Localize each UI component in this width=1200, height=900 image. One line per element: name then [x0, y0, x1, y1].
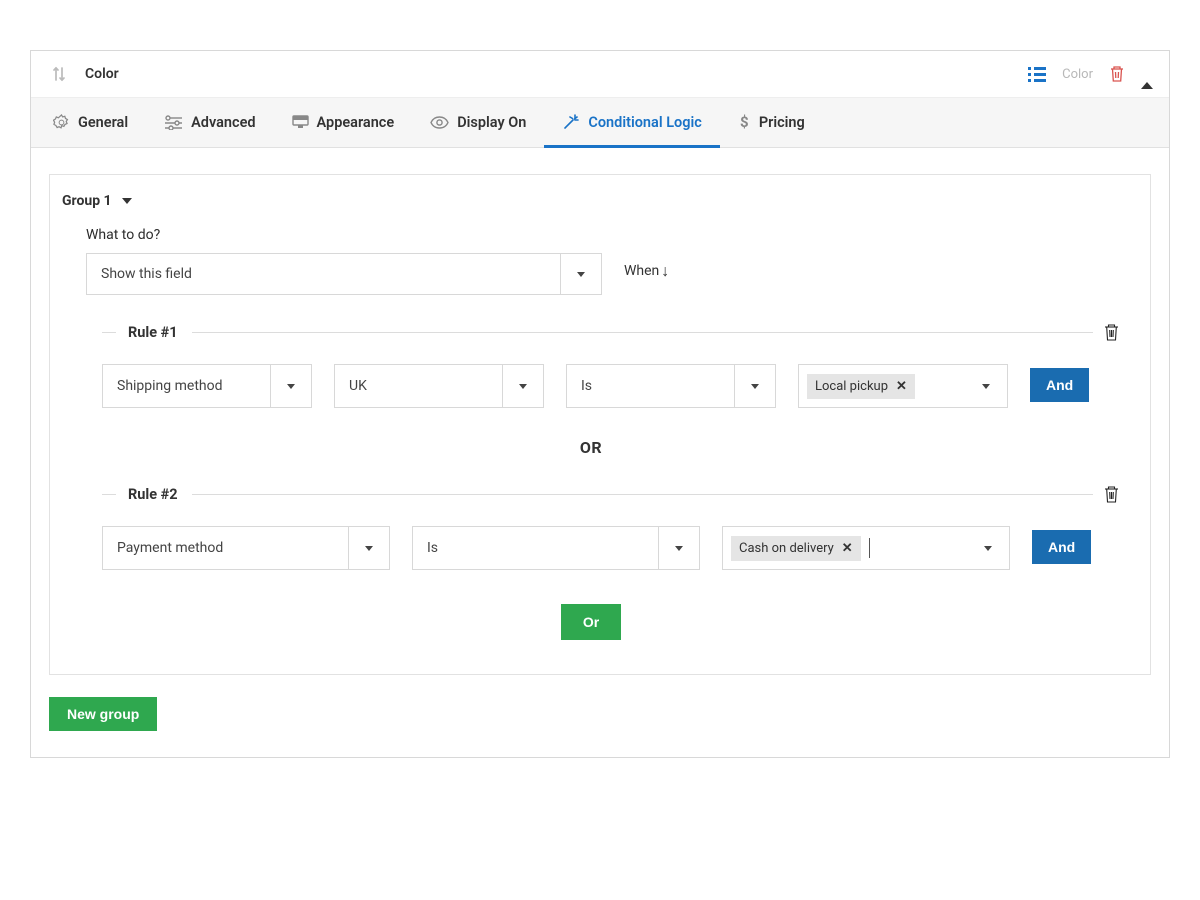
rule2-value-select[interactable]: Cash on delivery ✕	[722, 526, 1010, 570]
tab-display-on[interactable]: Display On	[412, 99, 544, 148]
chevron-down-icon	[502, 364, 544, 408]
chevron-down-icon	[971, 384, 1001, 389]
or-divider: OR	[62, 438, 1120, 457]
delete-field-icon[interactable]	[1109, 65, 1125, 83]
delete-rule-icon[interactable]	[1103, 485, 1120, 504]
dollar-icon: $	[738, 113, 751, 131]
what-to-do-value: Show this field	[86, 253, 560, 295]
field-config-panel: Color Color General	[30, 50, 1170, 758]
tab-conditional-logic[interactable]: Conditional Logic	[544, 99, 719, 148]
panel-title: Color	[85, 66, 119, 82]
tab-label: Pricing	[759, 114, 805, 131]
rule-title: Rule #1	[128, 324, 178, 341]
rule1-param-select[interactable]: UK	[334, 364, 544, 406]
remove-tag-icon[interactable]: ✕	[842, 541, 853, 556]
rule-header: Rule #2	[102, 485, 1120, 504]
group-header[interactable]: Group 1	[62, 193, 1120, 209]
eye-icon	[430, 116, 449, 129]
header-right-label: Color	[1062, 67, 1093, 82]
sliders-icon	[164, 115, 183, 130]
chevron-down-icon	[734, 364, 776, 408]
delete-rule-icon[interactable]	[1103, 323, 1120, 342]
rule1-value-select[interactable]: Local pickup ✕	[798, 364, 1008, 408]
magic-wand-icon	[562, 113, 580, 131]
gear-icon	[53, 114, 70, 131]
what-to-do-label: What to do?	[86, 227, 1120, 243]
list-icon[interactable]	[1028, 67, 1046, 82]
chevron-down-icon	[270, 364, 312, 408]
and-button[interactable]: And	[1030, 368, 1089, 402]
rule-block-2: Rule #2 Payment method Is	[62, 485, 1120, 570]
text-cursor	[869, 538, 870, 558]
chevron-down-icon	[560, 253, 602, 295]
svg-text:$: $	[740, 113, 749, 131]
tag-chip: Cash on delivery ✕	[731, 536, 861, 561]
tabs: General Advanced Appearance Display On C…	[31, 98, 1169, 148]
collapse-icon[interactable]	[1141, 66, 1153, 82]
rule1-operator-select[interactable]: Is	[566, 364, 776, 406]
tab-label: Conditional Logic	[588, 114, 701, 131]
remove-tag-icon[interactable]: ✕	[896, 379, 907, 394]
rule2-operator-select[interactable]: Is	[412, 526, 700, 568]
and-button[interactable]: And	[1032, 530, 1091, 564]
what-to-do-select[interactable]: Show this field	[86, 253, 602, 295]
appearance-icon	[292, 115, 309, 130]
drag-handle-icon[interactable]	[47, 65, 71, 83]
tab-pricing[interactable]: $ Pricing	[720, 99, 823, 148]
rule1-field-select[interactable]: Shipping method	[102, 364, 312, 406]
group-card: Group 1 What to do? Show this field When…	[49, 174, 1151, 675]
arrow-down-icon: ↓	[661, 263, 669, 279]
panel-header: Color Color	[31, 51, 1169, 98]
chevron-down-icon	[658, 526, 700, 570]
tab-label: Display On	[457, 114, 526, 131]
tab-label: General	[78, 114, 128, 131]
tag-chip: Local pickup ✕	[807, 374, 915, 399]
chevron-down-icon	[973, 546, 1003, 551]
new-group-button[interactable]: New group	[49, 697, 157, 731]
tab-general[interactable]: General	[35, 99, 146, 148]
group-title: Group 1	[62, 193, 112, 209]
rule2-field-select[interactable]: Payment method	[102, 526, 390, 568]
or-button[interactable]: Or	[561, 604, 621, 640]
conditional-logic-content: Group 1 What to do? Show this field When…	[31, 148, 1169, 757]
tab-label: Appearance	[317, 114, 395, 131]
tab-appearance[interactable]: Appearance	[274, 99, 413, 148]
what-to-do-section: What to do? Show this field When↓	[62, 227, 1120, 295]
rule-title: Rule #2	[128, 486, 178, 503]
chevron-down-icon	[348, 526, 390, 570]
rule-header: Rule #1	[102, 323, 1120, 342]
rule-block-1: Rule #1 Shipping method UK	[62, 323, 1120, 408]
tab-label: Advanced	[191, 114, 255, 131]
tab-advanced[interactable]: Advanced	[146, 99, 273, 148]
when-label: When↓	[624, 263, 669, 279]
chevron-down-icon	[122, 198, 132, 204]
